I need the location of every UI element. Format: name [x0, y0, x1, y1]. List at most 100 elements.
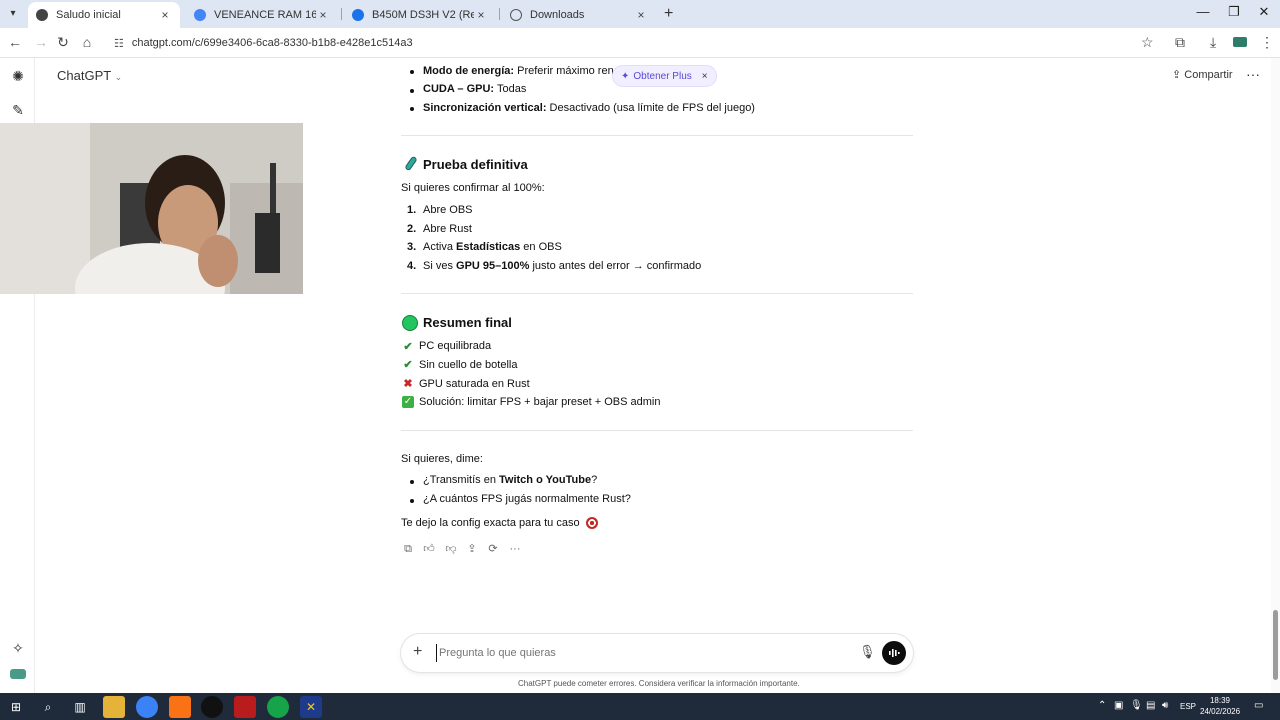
list-bullet — [410, 89, 414, 93]
network-icon[interactable]: ▤ — [1146, 700, 1155, 711]
sparkle-icon[interactable]: ✧ — [9, 639, 27, 657]
app-title: ChatGPT — [57, 68, 111, 83]
globe-favicon-icon — [510, 9, 522, 21]
step-number: 3. — [407, 241, 417, 253]
list-bullet — [410, 107, 414, 111]
home-icon[interactable]: ⌂ — [78, 34, 96, 50]
tray-app-icon[interactable]: ▣ — [1114, 700, 1123, 711]
chevron-down-icon: ⌄ — [114, 72, 123, 82]
tab-b450m[interactable]: B450M DS3H V2 (Rev. 1.x) - Gi × — [344, 2, 496, 28]
new-tab-button[interactable]: + — [664, 5, 673, 23]
check-icon: ✔ — [403, 359, 413, 371]
forward-arrow-icon[interactable]: → — [32, 34, 50, 50]
copy-icon[interactable]: ⧉ — [401, 542, 415, 556]
tray-mic-icon[interactable]: 🎙︎ — [1130, 700, 1143, 711]
close-icon[interactable]: × — [702, 71, 708, 82]
chatgpt-logo-icon[interactable]: ✺ — [9, 67, 27, 85]
step-number: 2. — [407, 223, 417, 235]
thumbs-down-icon[interactable]: 👎︎ — [444, 542, 458, 556]
step-item: Abre Rust — [423, 223, 472, 235]
xbox-icon[interactable] — [267, 696, 289, 718]
list-item: CUDA – GPU: Todas — [423, 83, 527, 95]
language-indicator[interactable]: ESP — [1180, 702, 1196, 711]
app-x-icon[interactable]: ✕ — [300, 696, 322, 718]
user-avatar[interactable] — [9, 665, 27, 683]
close-tab-icon[interactable]: × — [634, 8, 648, 22]
voicemeeter-icon[interactable] — [234, 696, 256, 718]
volume-icon[interactable]: 🔊︎ — [1162, 700, 1168, 711]
get-plus-label: Obtener Plus — [633, 70, 692, 82]
task-view-icon[interactable]: ▥ — [69, 696, 91, 718]
tab-saludo-inicial[interactable]: Saludo inicial × — [28, 2, 180, 28]
list-item: Sincronización vertical: Desactivado (us… — [423, 102, 755, 114]
share-button[interactable]: ⇪ Compartir — [1172, 68, 1233, 81]
clock-date: 24/02/2026 — [1200, 707, 1241, 716]
list-bullet — [410, 70, 414, 74]
share-icon: ⇪ — [1172, 69, 1182, 81]
more-options-icon[interactable]: ··· — [1246, 66, 1260, 82]
divider — [401, 135, 913, 136]
close-tab-icon[interactable]: × — [316, 8, 330, 22]
get-plus-button[interactable]: ✦ Obtener Plus × — [612, 65, 717, 87]
summary-item: Sin cuello de botella — [419, 359, 518, 371]
minimize-window-button[interactable]: — — [1188, 4, 1218, 19]
search-icon[interactable]: ⌕ — [37, 696, 59, 718]
reload-icon[interactable]: ↻ — [54, 34, 72, 51]
check-icon: ✔ — [403, 341, 413, 353]
gigabyte-favicon-icon — [352, 9, 364, 21]
sparkle-icon: ✦ — [621, 70, 630, 82]
clock[interactable]: 18:39 24/02/2026 — [1200, 695, 1240, 717]
more-actions-icon[interactable]: ··· — [508, 542, 522, 556]
close-tab-icon[interactable]: × — [474, 8, 488, 22]
tray-chevron-icon[interactable]: ⌃ — [1098, 700, 1106, 711]
back-arrow-icon[interactable]: ← — [6, 34, 24, 50]
step-item: Abre OBS — [423, 204, 473, 216]
brave-icon[interactable] — [169, 696, 191, 718]
add-attachment-button[interactable]: + — [413, 643, 422, 661]
chrome-icon[interactable] — [136, 696, 158, 718]
question-item: ¿Transmitís en Twitch o YouTube? — [423, 474, 598, 486]
extensions-icon[interactable]: ⧉ — [1175, 34, 1185, 51]
browser-menu-icon[interactable]: ⋮ — [1260, 34, 1274, 51]
thumbs-up-icon[interactable]: 👍︎ — [422, 542, 436, 556]
url-text: chatgpt.com/c/699e3406-6ca8-8330-b1b8-e4… — [131, 37, 413, 49]
page-scrollbar[interactable] — [1271, 58, 1280, 693]
share-icon[interactable]: ⇪ — [465, 542, 479, 556]
regenerate-icon[interactable]: ⟳ — [486, 542, 500, 556]
address-bar[interactable]: ☷ chatgpt.com/c/699e3406-6ca8-8330-b1b8-… — [104, 31, 1164, 55]
list-item: Modo de energía: Preferir máximo rendi — [423, 65, 623, 77]
step-item: Activa Estadísticas en OBS — [423, 241, 562, 253]
tab-downloads[interactable]: Downloads × — [502, 2, 656, 28]
bookmark-star-icon[interactable]: ☆ — [1141, 34, 1154, 51]
prompt-input[interactable] — [436, 644, 816, 662]
windows-start-icon[interactable]: ⊞ — [5, 696, 27, 718]
tab-label: B450M DS3H V2 (Rev. 1.x) - Gi — [372, 9, 474, 21]
disclaimer-text: ChatGPT puede cometer errores. Considera… — [518, 679, 800, 688]
browser-tab-bar: ▾ Saludo inicial × VENEANCE RAM 16GB - B… — [0, 0, 1280, 28]
restore-window-button[interactable]: ❐ — [1219, 4, 1249, 20]
step-item: Si ves GPU 95–100% justo antes del error… — [423, 260, 702, 272]
site-info-icon[interactable]: ☷ — [114, 37, 124, 50]
download-icon[interactable]: ⤓ — [1210, 34, 1216, 51]
scrollbar-thumb[interactable] — [1273, 610, 1278, 680]
voice-mode-button[interactable] — [882, 641, 906, 665]
chatgpt-favicon-icon — [36, 9, 48, 21]
closing-intro: Si quieres, dime: — [401, 453, 483, 465]
close-window-button[interactable]: ✕ — [1249, 4, 1279, 20]
close-tab-icon[interactable]: × — [158, 8, 172, 22]
file-explorer-icon[interactable] — [103, 696, 125, 718]
share-label: Compartir — [1184, 69, 1233, 81]
obs-icon[interactable] — [201, 696, 223, 718]
section-intro: Si quieres confirmar al 100%: — [401, 182, 545, 194]
step-number: 4. — [407, 260, 417, 272]
notifications-icon[interactable]: ▭ — [1254, 700, 1263, 711]
tab-veneance-ram[interactable]: VENEANCE RAM 16GB - Buscar × — [186, 2, 338, 28]
message-composer: + 🎙︎ — [401, 634, 913, 672]
new-chat-icon[interactable]: ✎ — [9, 101, 27, 119]
section-heading: Prueba definitiva — [423, 157, 528, 172]
microphone-icon[interactable]: 🎙︎ — [859, 644, 876, 660]
tab-search-icon[interactable]: ▾ — [4, 5, 22, 23]
tab-label: Saludo inicial — [56, 9, 121, 21]
profile-icon[interactable] — [1233, 34, 1247, 50]
model-selector[interactable]: ChatGPT ⌄ — [57, 68, 122, 83]
